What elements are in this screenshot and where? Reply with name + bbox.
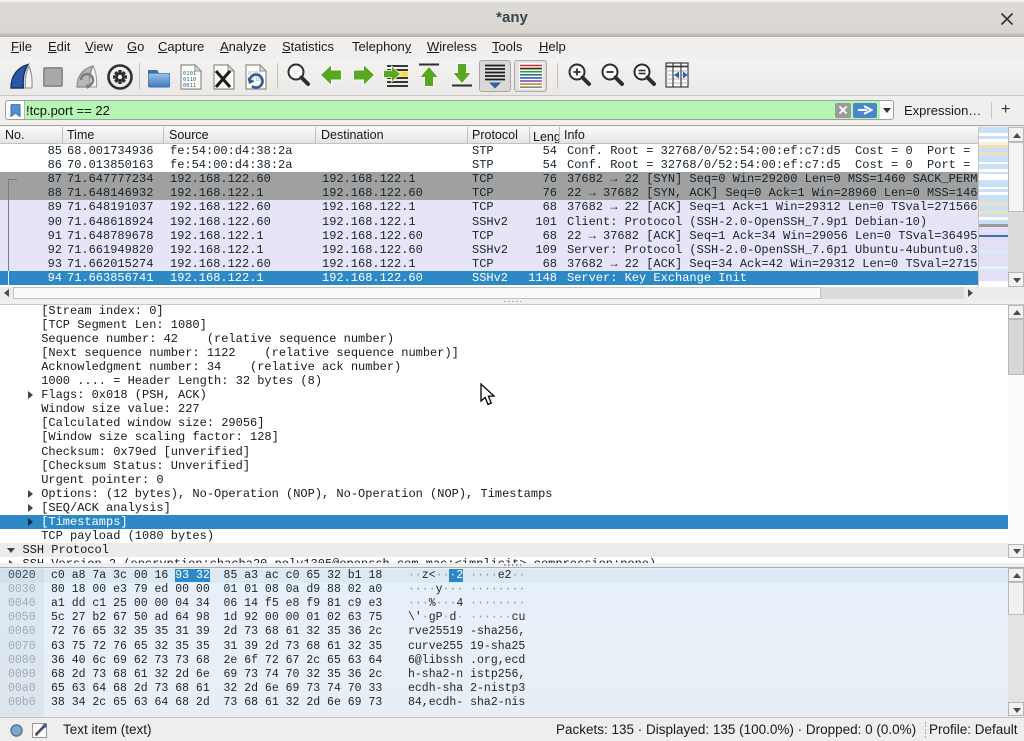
svg-text:0011: 0011 xyxy=(183,83,196,89)
